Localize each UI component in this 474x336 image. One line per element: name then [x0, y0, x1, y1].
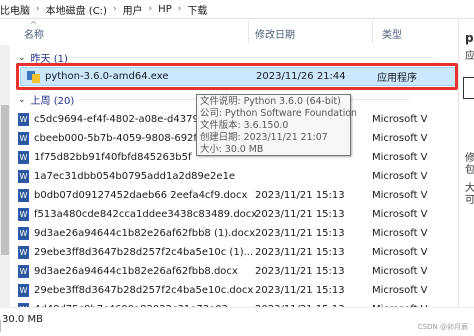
breadcrumb-item-drive[interactable]: 本地磁盘 (C:) [46, 2, 107, 17]
column-header-row: ^ 名称 修改日期 类型 [0, 19, 458, 45]
details-label: 包 [465, 165, 474, 176]
file-name: b0db07d09127452daeb66 2eefa4cf9.docx [34, 189, 248, 201]
chevron-right-icon[interactable]: › [149, 4, 153, 14]
file-date: 2023/11/21 15:13 [255, 189, 345, 201]
file-type: Microsoft V [372, 113, 428, 125]
tooltip-created: 创建日期: 2023/11/21 21:07 [200, 132, 328, 143]
file-type: Microsoft V [372, 246, 428, 258]
file-type: Microsoft V [372, 227, 428, 239]
tooltip-size: 大小: 30.0 MB [200, 144, 264, 155]
chevron-right-icon[interactable]: › [113, 4, 117, 14]
file-row[interactable]: 29ebe3ff8d3647b28d257f2c4ba5e10c (1)...2… [18, 244, 458, 260]
tooltip-version: 文件版本: 3.6.150.0 [200, 120, 289, 131]
file-name: 9d3ae26a94644c1b82e26af62fbb8 (1).docx [34, 227, 256, 239]
file-type: Microsoft V [372, 189, 428, 201]
watermark: CSDN @卯月辰 [417, 323, 468, 331]
chevron-right-icon[interactable]: › [178, 4, 182, 14]
file-name: 1a7ec31dbb054b0795add1a2d89e2e1e [34, 170, 236, 182]
word-document-icon [18, 131, 29, 145]
file-name: f513a480cde842cca1ddee3438c83489.docx [34, 208, 258, 220]
breadcrumb-item-downloads[interactable]: 下载 [187, 2, 207, 17]
column-header-date[interactable]: 修改日期 [255, 26, 295, 41]
status-selected-size: 30.0 MB [2, 314, 43, 325]
word-document-icon [18, 207, 29, 221]
file-row[interactable]: 1a7ec31dbb054b0795add1a2d89e2e1e Microsof… [18, 168, 458, 184]
file-row[interactable]: f513a480cde842cca1ddee3438c83489.docx202… [18, 206, 458, 222]
word-document-icon [18, 112, 29, 126]
file-date: 2023/11/21 15:13 [255, 208, 345, 220]
status-bar: 30.0 MB CSDN @卯月辰 [0, 307, 474, 335]
word-document-icon [18, 264, 29, 278]
breadcrumb-item-hp[interactable]: HP [158, 4, 172, 15]
file-date: 2023/11/21 15:13 [255, 227, 345, 239]
word-document-icon [18, 188, 29, 202]
vertical-scrollbar[interactable] [0, 45, 10, 307]
breadcrumb: 比电脑 › 本地磁盘 (C:) › 用户 › HP › 下载 [0, 0, 474, 19]
group-label: 上周 (20) [30, 96, 75, 107]
word-document-icon [18, 169, 29, 183]
details-type: 应 [465, 51, 474, 62]
breadcrumb-item-pc[interactable]: 比电脑 [0, 2, 30, 17]
file-date: 2023/11/21 15:13 [255, 265, 345, 277]
tooltip-description: 文件说明: Python 3.6.0 (64-bit) [200, 96, 341, 107]
column-header-type[interactable]: 类型 [382, 26, 402, 41]
file-row[interactable]: 29ebe3ff8d3647b28d257f2c4ba5e10c.docx202… [18, 282, 458, 298]
word-document-icon [18, 226, 29, 240]
column-header-name[interactable]: 名称 [24, 26, 44, 41]
details-label: 可 [465, 195, 474, 206]
chevron-right-icon[interactable]: › [36, 4, 40, 14]
chevron-down-icon[interactable]: ⌄ [18, 95, 26, 105]
column-divider[interactable] [372, 21, 373, 43]
column-divider[interactable] [248, 21, 249, 43]
file-type: Microsoft V [372, 170, 428, 182]
file-date: 2023/11/21 15:13 [255, 284, 345, 296]
details-title: p [465, 31, 474, 45]
tooltip-company: 公司: Python Software Foundation [200, 108, 358, 119]
file-row[interactable]: 9d3ae26a94644c1b82e26af62fbb8 (1).docx20… [18, 225, 458, 241]
group-divider [72, 57, 433, 58]
word-document-icon [18, 150, 29, 164]
file-info-tooltip: 文件说明: Python 3.6.0 (64-bit) 公司: Python S… [196, 94, 358, 156]
file-name: 29ebe3ff8d3647b28d257f2c4ba5e10c.docx [34, 284, 254, 296]
scrollbar-thumb[interactable] [1, 105, 9, 255]
file-row[interactable]: 9d3ae26a94644c1b82e26af62fbb8.docx 2023/1… [18, 263, 458, 279]
status-divider [0, 320, 1, 332]
word-document-icon [18, 245, 29, 259]
file-type: Microsoft V [372, 284, 428, 296]
file-row[interactable]: b0db07d09127452daeb66 2eefa4cf9.docx 2023… [18, 187, 458, 203]
file-name: 9d3ae26a94644c1b82e26af62fbb8.docx [34, 265, 238, 277]
highlight-annotation [16, 63, 458, 90]
details-pane: p 应 修 包 大 可 [458, 19, 474, 307]
word-document-icon [18, 283, 29, 297]
file-type: Microsoft V [372, 151, 428, 163]
chevron-down-icon[interactable]: ⌄ [18, 53, 26, 63]
breadcrumb-item-users[interactable]: 用户 [123, 2, 143, 17]
file-date: 2023/11/21 15:13 [255, 246, 345, 258]
file-name: 29ebe3ff8d3647b28d257f2c4ba5e10c (1)... [34, 246, 254, 258]
file-preview-icon [463, 77, 474, 99]
file-type: Microsoft V [372, 132, 428, 144]
file-type: Microsoft V [372, 208, 428, 220]
file-type: Microsoft V [372, 265, 428, 277]
